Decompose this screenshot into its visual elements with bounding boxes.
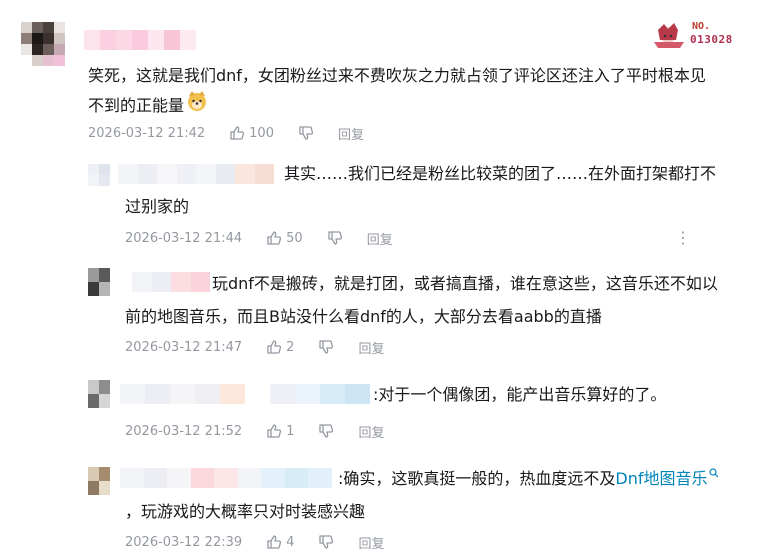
dislike-button[interactable] xyxy=(318,423,334,439)
reply-username[interactable] xyxy=(132,272,210,292)
reply-text-cont: 过别家的 xyxy=(125,197,190,216)
dislike-button[interactable] xyxy=(318,339,334,355)
username[interactable] xyxy=(84,30,196,50)
reply-text-cont: 前的地图音乐，而且B站没什么看dnf的人，大部分去看aabb的直播 xyxy=(125,307,602,326)
thumbs-down-icon xyxy=(328,231,342,245)
comment-time: 2026-03-12 21:42 xyxy=(88,125,206,141)
badge-number: 013028 xyxy=(690,33,733,46)
reply-button[interactable]: 回复 xyxy=(367,229,393,248)
comment-text: 笑死，这就是我们dnf，女团粉丝过来不费吹灰之力就占领了评论区还注入了平时根本见 xyxy=(88,66,706,85)
thumbs-down-icon xyxy=(319,424,334,438)
reply-time: 2026-03-12 22:39 xyxy=(125,534,243,550)
like-button[interactable]: 100 xyxy=(229,125,274,141)
thumbs-up-icon xyxy=(230,126,245,140)
reply-meta: 2026-03-12 22:39 4 回复 xyxy=(125,532,384,552)
thumbs-up-icon xyxy=(267,231,282,245)
reply-time: 2026-03-12 21:47 xyxy=(125,339,243,355)
reply-text: 其实……我们已经是粉丝比较菜的团了……在外面打架都打不 xyxy=(284,164,717,183)
reply-avatar[interactable] xyxy=(88,164,110,186)
like-count: 4 xyxy=(286,534,295,550)
like-count: 2 xyxy=(286,339,295,355)
like-button[interactable]: 2 xyxy=(266,339,294,355)
reply-time: 2026-03-12 21:44 xyxy=(125,230,243,246)
reply-avatar[interactable] xyxy=(88,380,110,408)
like-button[interactable]: 4 xyxy=(266,534,294,550)
reply-username[interactable] xyxy=(120,468,332,488)
reply-meta: 2026-03-12 21:47 2 回复 xyxy=(125,337,384,357)
thumbs-up-icon xyxy=(267,340,282,354)
reply-text: :对于一个偶像团，能产出音乐算好的了。 xyxy=(373,385,667,404)
more-options-icon[interactable]: ⋮ xyxy=(675,228,691,247)
comment-text-cont: 不到的正能量 xyxy=(88,95,185,115)
search-icon[interactable] xyxy=(708,459,719,493)
like-count: 100 xyxy=(249,125,274,141)
thumbs-up-icon xyxy=(267,424,282,438)
reply-time: 2026-03-12 21:52 xyxy=(125,423,243,439)
fan-badge: NO. 013028 xyxy=(650,20,745,50)
avatar[interactable] xyxy=(21,22,65,66)
reply-text: 玩dnf不是搬砖，就是打团，或者搞直播，谁在意这些，这音乐还不如以 xyxy=(212,274,718,293)
reply-avatar[interactable] xyxy=(88,268,110,296)
reply-button[interactable]: 回复 xyxy=(358,422,384,441)
reply-avatar[interactable] xyxy=(88,467,110,495)
badge-no: NO. xyxy=(692,21,711,32)
thumbs-down-icon xyxy=(299,126,314,140)
reply-username[interactable] xyxy=(118,164,274,184)
badge-character-icon xyxy=(654,23,684,48)
reply-button[interactable]: 回复 xyxy=(338,124,364,143)
like-button[interactable]: 50 xyxy=(266,230,303,246)
thumbs-down-icon xyxy=(319,340,334,354)
reply-button[interactable]: 回复 xyxy=(358,338,384,357)
thumbs-up-icon xyxy=(267,535,282,549)
reply-text: :确实，这歌真挺一般的，热血度远不及 xyxy=(338,469,616,488)
reply-meta: 2026-03-12 21:52 1 回复 xyxy=(125,421,384,441)
search-link[interactable]: Dnf地图音乐 xyxy=(615,465,707,493)
like-button[interactable]: 1 xyxy=(266,423,294,439)
comment-meta: 2026-03-12 21:42 100 回复 xyxy=(88,123,364,143)
dislike-button[interactable] xyxy=(327,230,343,246)
like-count: 50 xyxy=(286,230,303,246)
thumbs-down-icon xyxy=(319,535,334,549)
reply-username[interactable] xyxy=(120,384,370,404)
reply-button[interactable]: 回复 xyxy=(358,533,384,552)
dislike-button[interactable] xyxy=(318,534,334,550)
reply-meta: 2026-03-12 21:44 50 回复 xyxy=(125,228,393,248)
dislike-button[interactable] xyxy=(298,125,314,141)
doge-emoji-icon xyxy=(186,90,208,121)
like-count: 1 xyxy=(286,423,295,439)
reply-text-cont: ，玩游戏的大概率只对时装感兴趣 xyxy=(125,502,366,521)
